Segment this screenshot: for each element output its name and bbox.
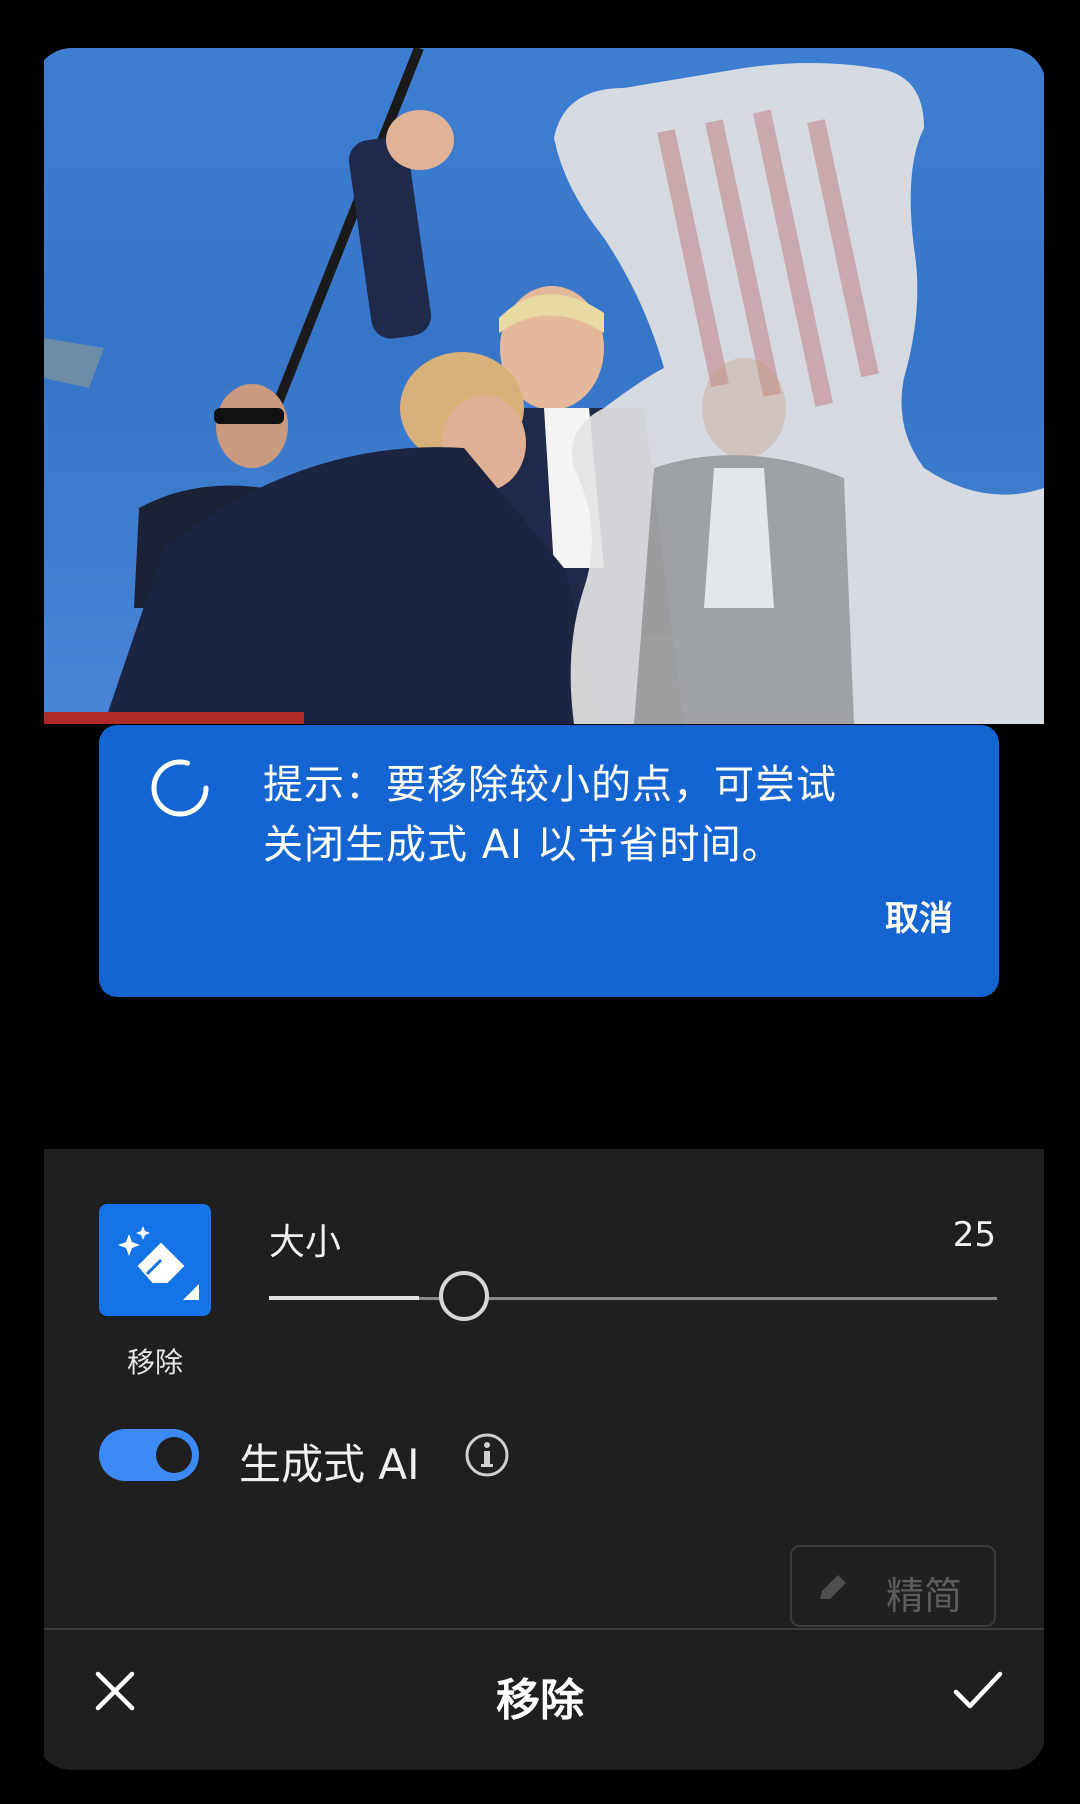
pencil-icon xyxy=(820,1575,846,1599)
size-value: 25 xyxy=(952,1215,996,1255)
size-label: 大小 xyxy=(269,1222,342,1263)
info-icon[interactable] xyxy=(464,1432,510,1478)
size-slider-thumb[interactable] xyxy=(439,1271,489,1321)
photo-canvas[interactable] xyxy=(44,48,1044,724)
remove-tool-button[interactable] xyxy=(99,1204,211,1316)
app-frame: 提示：要移除较小的点，可尝试 关闭生成式 AI 以节省时间。 取消 移除 大小 … xyxy=(34,48,1046,1770)
footer-title: 移除 xyxy=(496,1675,584,1726)
refine-button[interactable]: 精简 xyxy=(790,1545,996,1627)
size-slider-fill xyxy=(269,1296,419,1300)
eraser-sparkle-icon xyxy=(118,1226,199,1300)
generative-ai-toggle[interactable] xyxy=(99,1429,199,1481)
cancel-button[interactable]: 取消 xyxy=(885,891,953,940)
photo-image xyxy=(44,48,1044,724)
refine-label: 精简 xyxy=(886,1574,963,1618)
remove-tool-label: 移除 xyxy=(126,1346,183,1379)
tip-line-1: 提示：要移除较小的点，可尝试 xyxy=(263,762,837,808)
loading-spinner-icon xyxy=(151,759,209,817)
tip-banner: 提示：要移除较小的点，可尝试 关闭生成式 AI 以节省时间。 取消 xyxy=(99,725,999,997)
tip-message: 提示：要移除较小的点，可尝试 关闭生成式 AI 以节省时间。 xyxy=(263,755,963,875)
tip-line-2: 关闭生成式 AI 以节省时间。 xyxy=(263,822,783,868)
checkmark-icon[interactable] xyxy=(950,1664,1006,1716)
generative-ai-label: 生成式 AI xyxy=(239,1440,420,1489)
toggle-knob xyxy=(156,1437,192,1473)
footer-divider xyxy=(44,1628,1044,1630)
